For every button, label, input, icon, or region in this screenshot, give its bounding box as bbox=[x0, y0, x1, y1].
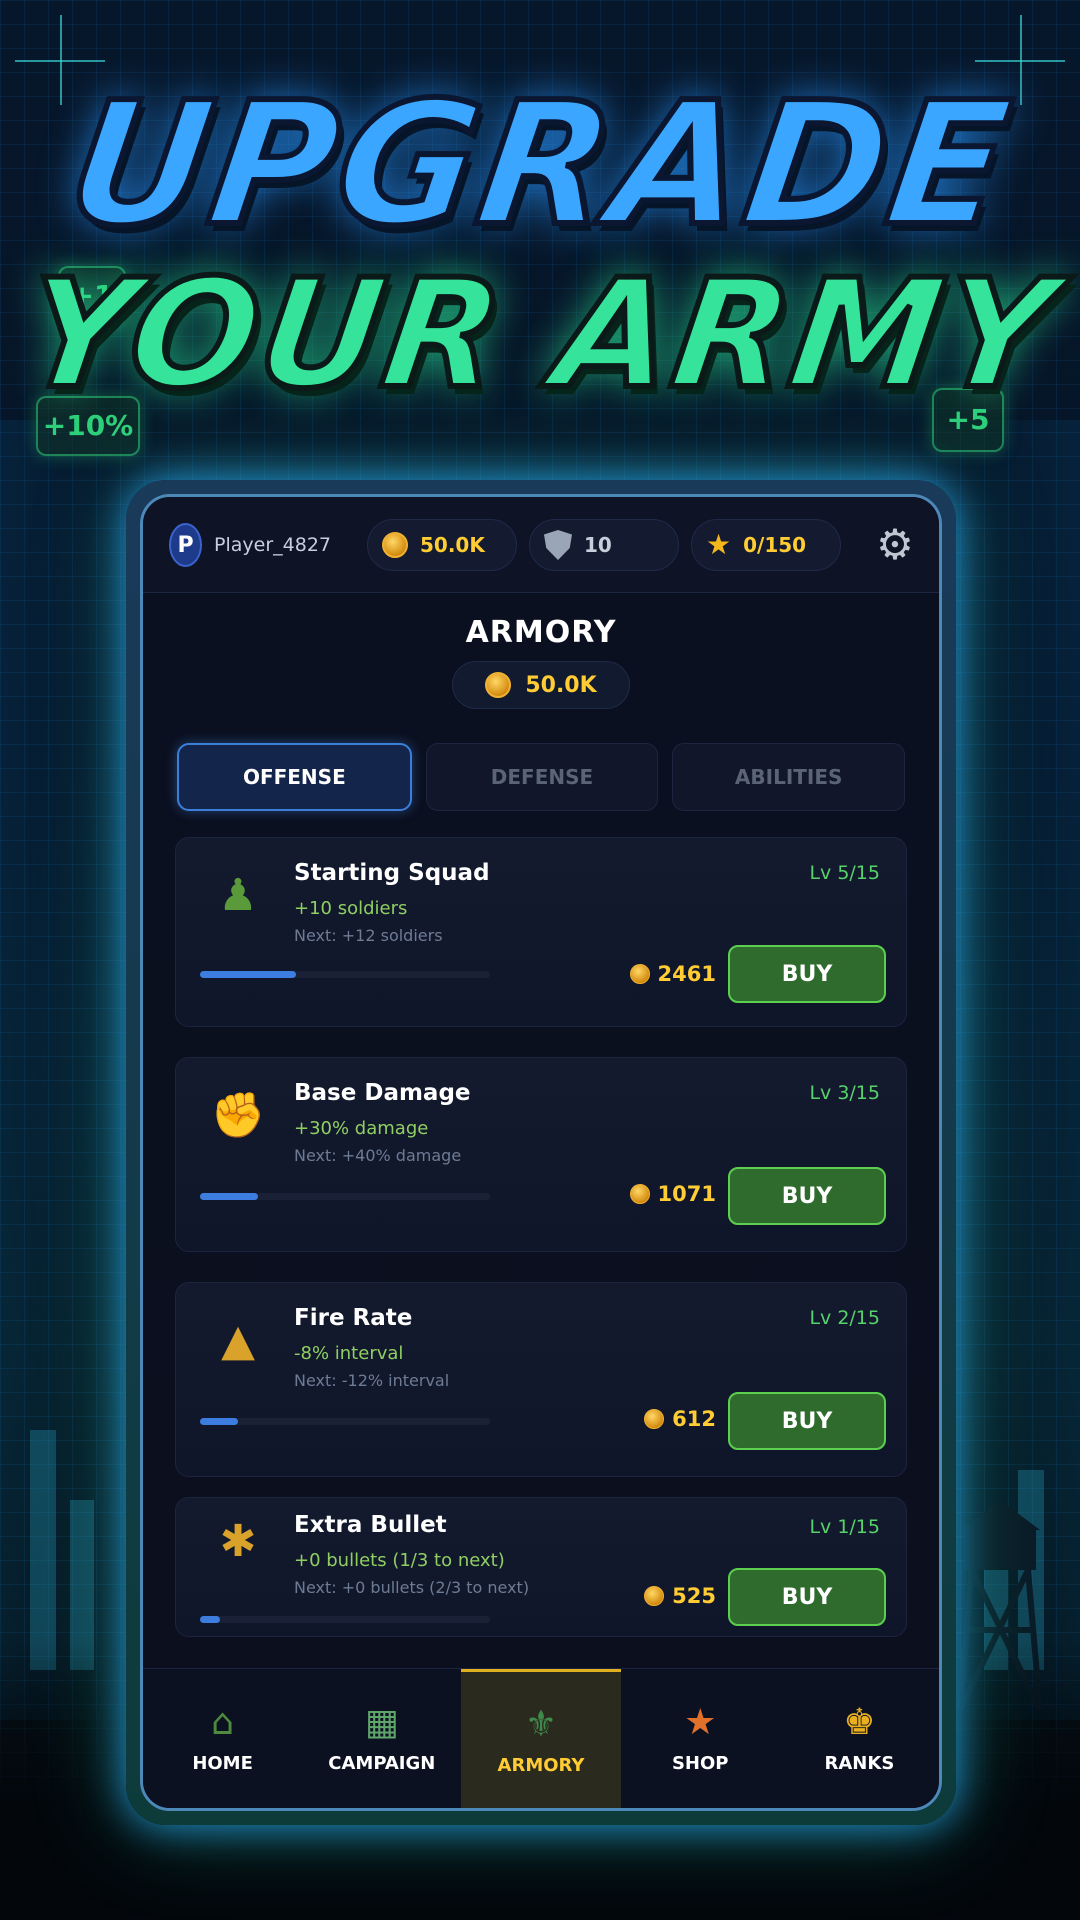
upgrade-progress bbox=[200, 1616, 490, 1623]
shields-value: 10 bbox=[584, 533, 612, 557]
trophy-icon: ♚ bbox=[843, 1702, 876, 1743]
coin-icon bbox=[382, 532, 408, 558]
extra-bullet-icon: ✱ bbox=[219, 1516, 257, 1567]
upgrade-effect: +10 soldiers bbox=[294, 898, 408, 919]
upgrade-name: Starting Squad bbox=[294, 860, 490, 886]
nav-home[interactable]: ⌂ HOME bbox=[143, 1669, 302, 1808]
background-glow-left bbox=[0, 420, 130, 1720]
star-icon: ★ bbox=[706, 528, 732, 561]
nav-label: RANKS bbox=[824, 1753, 895, 1774]
upgrade-level: Lv 1/15 bbox=[809, 1516, 880, 1538]
nav-label: HOME bbox=[192, 1753, 253, 1774]
map-icon: ▦ bbox=[364, 1702, 399, 1743]
armory-screen: P Player_4827 50.0K 10 ★ 0/150 ⚙ ARMORY … bbox=[140, 494, 942, 1811]
buy-button[interactable]: BUY bbox=[728, 945, 886, 1003]
coin-icon bbox=[629, 1184, 650, 1204]
armory-balance: 50.0K bbox=[452, 661, 630, 709]
upgrade-level: Lv 5/15 bbox=[809, 862, 880, 884]
upgrade-card-extra-bullet: ✱ Extra Bullet +0 bullets (1/3 to next) … bbox=[175, 1497, 907, 1637]
shop-icon: ★ bbox=[684, 1702, 717, 1743]
upgrade-level: Lv 2/15 bbox=[809, 1307, 880, 1329]
nav-label: ARMORY bbox=[497, 1754, 585, 1776]
player-name: Player_4827 bbox=[214, 534, 331, 556]
upgrade-progress-fill bbox=[200, 971, 296, 978]
fist-icon: ✊ bbox=[210, 1090, 266, 1141]
stars-value: 0/150 bbox=[743, 533, 807, 557]
buy-button[interactable]: BUY bbox=[728, 1392, 886, 1450]
upgrade-progress bbox=[200, 971, 490, 978]
balance-value: 50.0K bbox=[525, 672, 597, 698]
home-icon: ⌂ bbox=[211, 1702, 235, 1743]
armory-icon: ⚜ bbox=[524, 1703, 558, 1745]
coins-counter[interactable]: 50.0K bbox=[367, 519, 517, 571]
upgrade-card-starting-squad: ♟ Starting Squad +10 soldiers Next: +12 … bbox=[175, 837, 907, 1027]
upgrade-progress-fill bbox=[200, 1193, 258, 1200]
upgrade-effect: +30% damage bbox=[294, 1118, 429, 1139]
upgrade-cost-value: 525 bbox=[672, 1584, 716, 1608]
upgrade-card-fire-rate: ▲ Fire Rate -8% interval Next: -12% inte… bbox=[175, 1282, 907, 1477]
headline-upgrade: UPGRADE bbox=[55, 63, 1025, 267]
nav-campaign[interactable]: ▦ CAMPAIGN bbox=[302, 1669, 461, 1808]
upgrade-cost: 2461 bbox=[629, 962, 716, 986]
upgrade-cost-value: 612 bbox=[672, 1407, 716, 1431]
upgrade-next: Next: +0 bullets (2/3 to next) bbox=[294, 1578, 530, 1597]
upgrade-progress bbox=[200, 1418, 490, 1425]
stars-counter[interactable]: ★ 0/150 bbox=[691, 519, 841, 571]
coin-icon bbox=[644, 1409, 665, 1429]
coin-icon bbox=[629, 964, 650, 984]
coin-icon bbox=[644, 1586, 665, 1606]
device-frame: P Player_4827 50.0K 10 ★ 0/150 ⚙ ARMORY … bbox=[126, 480, 956, 1825]
upgrade-cost: 612 bbox=[644, 1407, 716, 1431]
upgrade-next: Next: +12 soldiers bbox=[294, 926, 443, 945]
tab-defense[interactable]: DEFENSE bbox=[425, 743, 659, 811]
upgrade-effect: +0 bullets (1/3 to next) bbox=[294, 1550, 505, 1571]
bottom-nav: ⌂ HOME ▦ CAMPAIGN ⚜ ARMORY ★ SHOP ♚ RANK… bbox=[143, 1668, 939, 1808]
coins-value: 50.0K bbox=[420, 533, 485, 557]
upgrade-cost: 1071 bbox=[629, 1182, 716, 1206]
tab-abilities[interactable]: ABILITIES bbox=[672, 743, 906, 811]
squad-icon: ♟ bbox=[218, 870, 258, 921]
upgrade-progress bbox=[200, 1193, 490, 1200]
upgrade-next: Next: -12% interval bbox=[294, 1371, 450, 1390]
tab-offense[interactable]: OFFENSE bbox=[177, 743, 412, 811]
nav-armory[interactable]: ⚜ ARMORY bbox=[461, 1669, 621, 1808]
upgrade-name: Extra Bullet bbox=[294, 1512, 447, 1538]
nav-label: SHOP bbox=[671, 1753, 729, 1774]
city-silhouette bbox=[30, 1430, 56, 1670]
upgrade-cost-value: 1071 bbox=[657, 1182, 716, 1206]
nav-ranks[interactable]: ♚ RANKS bbox=[780, 1669, 939, 1808]
upgrade-cost-value: 2461 bbox=[657, 962, 716, 986]
player-profile[interactable]: P Player_4827 bbox=[155, 519, 345, 571]
upgrade-name: Fire Rate bbox=[294, 1305, 413, 1331]
coin-icon bbox=[485, 672, 512, 698]
bullet-icon: ▲ bbox=[221, 1315, 255, 1366]
page-title: ARMORY bbox=[465, 615, 617, 650]
upgrade-progress-fill bbox=[200, 1616, 221, 1623]
buy-button[interactable]: BUY bbox=[728, 1568, 886, 1626]
upgrade-card-base-damage: ✊ Base Damage +30% damage Next: +40% dam… bbox=[175, 1057, 907, 1252]
upgrade-effect: -8% interval bbox=[294, 1343, 404, 1364]
nav-label: CAMPAIGN bbox=[328, 1753, 436, 1774]
upgrade-name: Base Damage bbox=[294, 1080, 471, 1106]
shields-counter[interactable]: 10 bbox=[529, 519, 679, 571]
nav-shop[interactable]: ★ SHOP bbox=[621, 1669, 780, 1808]
status-bar: P Player_4827 50.0K 10 ★ 0/150 ⚙ bbox=[143, 497, 939, 593]
upgrade-progress-fill bbox=[200, 1418, 238, 1425]
upgrade-cost: 525 bbox=[644, 1584, 716, 1608]
upgrade-next: Next: +40% damage bbox=[294, 1146, 462, 1165]
gear-icon[interactable]: ⚙ bbox=[873, 523, 917, 567]
buy-button[interactable]: BUY bbox=[728, 1167, 886, 1225]
upgrade-tabs: OFFENSE DEFENSE ABILITIES bbox=[177, 743, 906, 811]
headline-your-army: YOUR ARMY bbox=[11, 245, 1069, 425]
avatar: P bbox=[169, 523, 203, 567]
shield-icon bbox=[544, 530, 572, 560]
upgrade-level: Lv 3/15 bbox=[809, 1082, 880, 1104]
